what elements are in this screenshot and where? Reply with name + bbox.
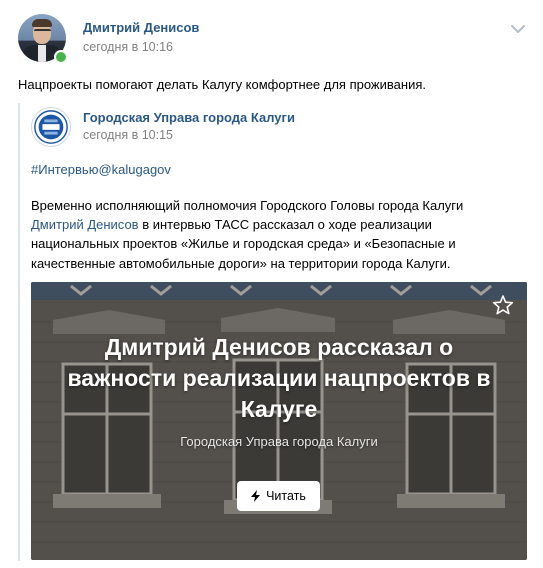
repost-indent-bar	[18, 103, 20, 561]
mention-link[interactable]: Дмитрий Денисов	[31, 217, 139, 232]
read-button-label: Читать	[266, 489, 306, 503]
repost-text-line: национальных проектов «Жилье и городская…	[31, 236, 456, 252]
repost-text: Временно исполняющий полномочия Городско…	[31, 196, 501, 273]
article-source: Городская Управа города Калуги	[180, 434, 378, 449]
post-text: Нацпроекты помогают делать Калугу комфор…	[18, 77, 426, 92]
lightning-icon	[251, 490, 261, 502]
article-title-line: Дмитрий Денисов рассказал о	[104, 334, 454, 360]
read-button[interactable]: Читать	[237, 481, 320, 511]
repost-timestamp[interactable]: сегодня в 10:15	[83, 128, 173, 142]
article-title: Дмитрий Денисов рассказал о важности реа…	[61, 332, 497, 425]
article-card[interactable]: Дмитрий Денисов рассказал о важности реа…	[31, 282, 527, 560]
online-indicator	[54, 50, 68, 64]
star-icon[interactable]	[492, 294, 514, 316]
repost-text-line: Временно исполняющий полномочия Городско…	[31, 198, 464, 213]
wall-post: Дмитрий Денисов сегодня в 10:16 Нацпроек…	[0, 0, 543, 568]
article-title-line: важности реализации нацпроектов в	[67, 365, 491, 391]
repost-text-line: качественные автомобильные дороги» на те…	[31, 255, 451, 271]
hashtag-link[interactable]: #Интервью@kalugagov	[31, 162, 171, 177]
author-name[interactable]: Дмитрий Денисов	[83, 20, 199, 35]
repost-text-fragment: в интервью ТАСС рассказал о ходе реализа…	[138, 217, 432, 233]
chevron-down-icon[interactable]	[511, 24, 525, 34]
repost-avatar[interactable]	[31, 107, 71, 147]
post-timestamp[interactable]: сегодня в 10:16	[83, 40, 173, 54]
article-title-line: Калуге	[240, 396, 318, 422]
repost-text-line: Дмитрий Денисов в интервью ТАСС рассказа…	[31, 215, 501, 234]
repost-author-name[interactable]: Городская Управа города Калуги	[83, 110, 295, 125]
